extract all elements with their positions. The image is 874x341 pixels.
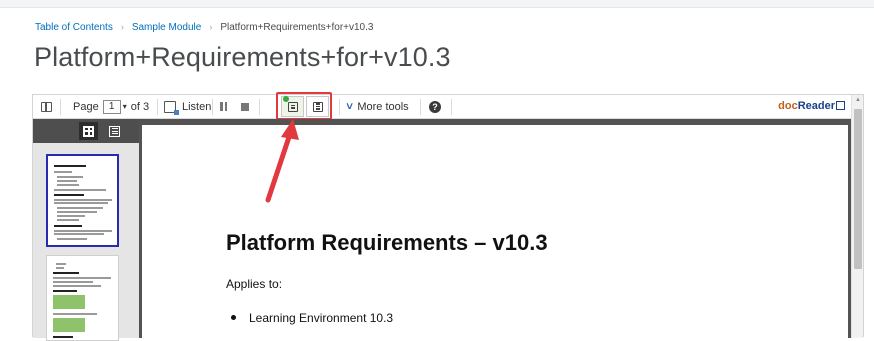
thumbnail-panel-header bbox=[33, 119, 139, 143]
doc-viewer: Page 1 ▾ of 3 Listen ∨ More tools ? docR… bbox=[32, 92, 864, 341]
document-bullet-text: Learning Environment 10.3 bbox=[249, 311, 394, 325]
document-page: Platform Requirements – v10.3 Applies to… bbox=[142, 125, 848, 338]
scrollbar-thumb[interactable] bbox=[854, 109, 862, 269]
thumbnail-grid-icon bbox=[83, 125, 94, 137]
page-number-value: 1 bbox=[108, 101, 115, 112]
bullet-icon bbox=[231, 315, 236, 320]
help-icon: ? bbox=[429, 100, 441, 113]
document-applies-to: Applies to: bbox=[226, 277, 283, 291]
breadcrumb: Table of Contents › Sample Module › Platform… bbox=[35, 22, 373, 33]
toolbar-divider bbox=[157, 99, 158, 115]
page-dropdown-icon[interactable]: ▾ bbox=[123, 102, 127, 111]
sidebar-toggle-button[interactable] bbox=[41, 95, 52, 118]
breadcrumb-link-module[interactable]: Sample Module bbox=[132, 22, 201, 33]
page-label: Page bbox=[73, 100, 99, 113]
more-tools-button[interactable]: ∨ More tools bbox=[344, 95, 409, 118]
brand-part-doc: doc bbox=[778, 100, 798, 112]
sidebar-toggle-icon bbox=[41, 101, 52, 112]
page-thumbnail-2[interactable] bbox=[46, 255, 119, 341]
viewer-toolbar: Page 1 ▾ of 3 Listen ∨ More tools ? docR… bbox=[33, 92, 853, 120]
thumbnail-list-icon bbox=[109, 125, 120, 137]
toolbar-divider bbox=[212, 99, 213, 115]
toolbar-divider bbox=[60, 99, 61, 115]
page-number-input[interactable]: 1 bbox=[102, 99, 121, 114]
thumbnail-panel bbox=[33, 119, 139, 341]
breadcrumb-separator: › bbox=[120, 22, 124, 32]
brand-part-reader: Reader bbox=[797, 100, 835, 112]
thumbnail-grid-button[interactable] bbox=[79, 122, 98, 140]
toolbar-divider bbox=[339, 99, 340, 115]
document-bullet-item: Learning Environment 10.3 bbox=[231, 311, 393, 325]
viewer-scrollbar[interactable]: ▲ bbox=[851, 95, 863, 338]
toolbar-divider bbox=[420, 99, 421, 115]
more-tools-label: More tools bbox=[357, 100, 409, 113]
listen-button[interactable]: Listen bbox=[164, 95, 211, 118]
docreader-logo[interactable]: docReader bbox=[778, 100, 845, 112]
page-navigator: Page 1 ▾ of 3 bbox=[73, 95, 149, 118]
breadcrumb-current: Platform+Requirements+for+v10.3 bbox=[220, 22, 374, 33]
docreader-logo-icon bbox=[836, 101, 845, 110]
highlight-box bbox=[276, 92, 332, 120]
stop-icon bbox=[241, 102, 249, 111]
listen-label: Listen bbox=[182, 100, 212, 113]
scroll-up-arrow-icon[interactable]: ▲ bbox=[855, 97, 861, 103]
toolbar-divider bbox=[259, 99, 260, 115]
breadcrumb-link-toc[interactable]: Table of Contents bbox=[35, 22, 113, 33]
help-button[interactable]: ? bbox=[429, 95, 441, 118]
document-heading: Platform Requirements – v10.3 bbox=[226, 230, 548, 255]
stop-button[interactable] bbox=[241, 95, 249, 118]
top-edge-bar bbox=[0, 0, 874, 8]
document-page-area: Platform Requirements – v10.3 Applies to… bbox=[139, 119, 853, 338]
page-title: Platform+Requirements+for+v10.3 bbox=[34, 42, 451, 72]
chevron-down-icon: ∨ bbox=[344, 101, 355, 112]
thumbnail-list-button[interactable] bbox=[105, 122, 124, 140]
toolbar-divider bbox=[451, 99, 452, 115]
pause-button[interactable] bbox=[220, 95, 227, 118]
breadcrumb-separator: › bbox=[209, 22, 213, 32]
page-total: of 3 bbox=[130, 100, 150, 113]
pause-icon bbox=[220, 102, 227, 111]
page-thumbnail-1[interactable] bbox=[46, 154, 119, 247]
listen-icon bbox=[164, 100, 179, 115]
